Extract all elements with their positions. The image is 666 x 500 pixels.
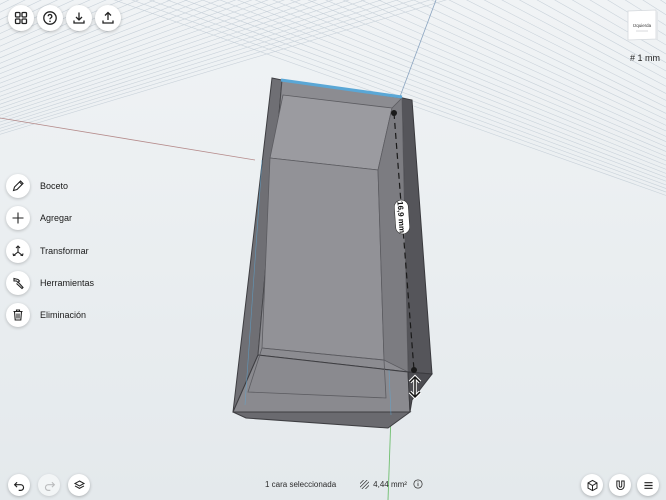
- layers-icon: [73, 479, 85, 489]
- grid-menu-icon: [14, 11, 28, 25]
- undo-icon: [13, 481, 24, 491]
- snap-button[interactable]: [609, 474, 631, 496]
- tool-transform[interactable]: Transformar: [6, 239, 89, 263]
- cube-icon: [587, 479, 597, 491]
- selection-status: 1 cara seleccionada: [265, 479, 337, 489]
- view-cube-face-label: Izquierda: [633, 23, 652, 28]
- hammer-icon: [13, 277, 24, 290]
- info-icon[interactable]: [413, 479, 423, 489]
- tool-tools[interactable]: Herramientas: [6, 271, 94, 295]
- transform-icon: [12, 245, 24, 257]
- status-bar: 1 cara seleccionada 4,44 mm²: [265, 476, 423, 492]
- tool-tools-label: Herramientas: [40, 278, 95, 288]
- redo-button[interactable]: [38, 474, 60, 496]
- help-icon: [43, 11, 57, 25]
- tool-delete-label: Eliminación: [40, 310, 87, 320]
- share-icon: [102, 11, 114, 24]
- menu-button[interactable]: [637, 474, 659, 496]
- tool-sketch[interactable]: Boceto: [6, 174, 68, 198]
- grid-scale-label: # 1 mm: [629, 53, 660, 63]
- area-value: 4,44 mm²: [373, 479, 407, 489]
- hamburger-menu-icon: [643, 481, 653, 489]
- grid-menu-button[interactable]: [8, 5, 34, 31]
- render-mode-button[interactable]: [581, 474, 603, 496]
- tool-delete[interactable]: Eliminación: [6, 303, 86, 327]
- pencil-icon: [12, 180, 24, 192]
- view-cube[interactable]: Izquierda: [625, 8, 659, 42]
- layers-button[interactable]: [68, 474, 90, 496]
- trash-icon: [13, 309, 23, 321]
- tool-add-label: Agregar: [40, 213, 73, 223]
- plus-icon: [12, 212, 24, 224]
- tool-add[interactable]: Agregar: [6, 206, 72, 230]
- export-button[interactable]: [95, 5, 121, 31]
- area-hatch-icon: [360, 479, 370, 489]
- tool-sketch-label: Boceto: [40, 181, 69, 191]
- import-button[interactable]: [66, 5, 92, 31]
- undo-button[interactable]: [8, 474, 30, 496]
- redo-icon: [44, 481, 55, 491]
- tool-transform-label: Transformar: [40, 246, 89, 256]
- magnet-icon: [615, 480, 625, 490]
- modeling-viewport[interactable]: 16,9 mm: [0, 0, 666, 500]
- download-icon: [73, 12, 85, 24]
- help-button[interactable]: [37, 5, 63, 31]
